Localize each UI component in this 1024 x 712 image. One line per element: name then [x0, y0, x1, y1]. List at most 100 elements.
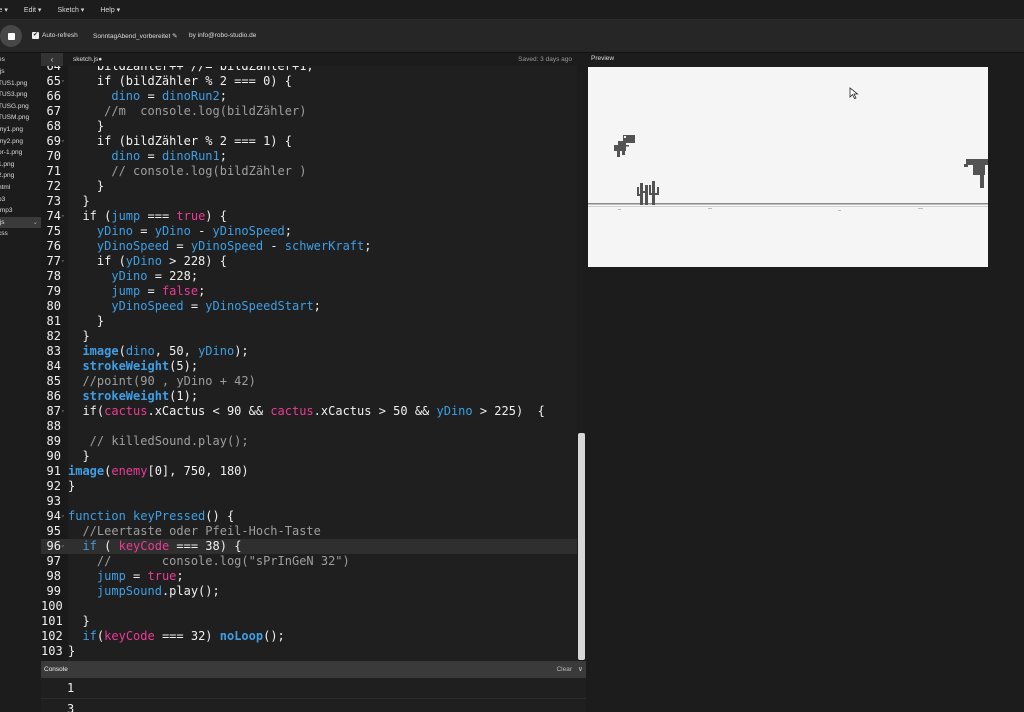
code-line[interactable]: 90 } — [41, 449, 577, 464]
code-line[interactable]: 64 bildZähler++ //= bildZähler+1; — [41, 66, 577, 74]
chevron-down-icon[interactable]: ∨ — [578, 661, 583, 678]
file-name: .js — [0, 68, 5, 75]
code-token: ); — [234, 344, 249, 358]
code-line[interactable]: 101 } — [41, 614, 577, 629]
auto-refresh-checkbox[interactable]: ✔ — [32, 32, 39, 39]
code-token: strokeWeight — [82, 389, 170, 403]
code-line[interactable]: 74 ▿ if (jump === true) { — [41, 209, 577, 224]
code-text: //Leertaste oder Pfeil-Hoch-Taste — [68, 524, 320, 539]
fold-toggle-icon[interactable]: ▿ — [61, 209, 67, 224]
line-number: 91 — [46, 464, 61, 478]
sidebar-file-item[interactable]: 1.png — [0, 159, 41, 171]
fold-toggle-icon[interactable]: ▿ — [61, 539, 67, 554]
sidebar-file-item[interactable]: TUSM.png — [0, 112, 41, 124]
code-line[interactable]: 89 // killedSound.play(); — [41, 434, 577, 449]
code-text: //m console.log(bildZähler) — [68, 104, 306, 119]
code-token: ; — [176, 569, 184, 583]
fold-toggle-icon[interactable]: ▿ — [61, 509, 67, 524]
code-line[interactable]: 84 strokeWeight(5); — [41, 359, 577, 374]
console-clear-button[interactable]: Clear — [556, 661, 572, 678]
collapse-sidebar-button[interactable]: ‹ — [41, 53, 63, 66]
code-line[interactable]: 75 yDino = yDino - yDinoSpeed; — [41, 224, 577, 239]
sidebar-file-item[interactable]: css — [0, 228, 41, 240]
code-token: dino — [111, 149, 141, 163]
console-title: Console — [44, 666, 68, 673]
code-line[interactable]: 81 } — [41, 314, 577, 329]
code-line[interactable]: 65 ▿ if (bildZähler % 2 === 0) { — [41, 74, 577, 89]
code-line[interactable]: 79 jump = false; — [41, 284, 577, 299]
code-line[interactable]: 83 image(dino, 50, yDino); — [41, 344, 577, 359]
code-editor[interactable]: 64 bildZähler++ //= bildZähler+1; 65 ▿ if … — [41, 66, 577, 661]
code-line[interactable]: 73 } — [41, 194, 577, 209]
code-line[interactable]: 92} — [41, 479, 577, 494]
code-line[interactable]: 72 } — [41, 179, 577, 194]
line-number: 69 — [46, 134, 61, 148]
code-line[interactable]: 88 — [41, 419, 577, 434]
code-token: } — [68, 119, 105, 133]
code-line[interactable]: 95 //Leertaste oder Pfeil-Hoch-Taste — [41, 524, 577, 539]
code-line[interactable]: 70 dino = dinoRun1; — [41, 149, 577, 164]
menu-help[interactable]: Help ▾ — [92, 6, 128, 14]
fold-toggle-icon[interactable]: ▿ — [61, 404, 67, 419]
code-token: === — [140, 209, 177, 223]
code-token: } — [68, 479, 76, 493]
auto-refresh-toggle[interactable]: ✔ Auto-refresh — [32, 32, 78, 39]
code-line[interactable]: 66 dino = dinoRun2; — [41, 89, 577, 104]
code-line[interactable]: 91 image(enemy[0], 750, 180) — [41, 464, 577, 479]
code-line[interactable]: 96 ▿ if ( keyCode === 38) { — [41, 539, 577, 554]
sidebar-file-item[interactable]: TUS3.png — [0, 89, 41, 101]
sidebar-file-item[interactable]: my2.png — [0, 136, 41, 148]
sidebar-file-item[interactable]: or-1.png — [0, 147, 41, 159]
code-line[interactable]: 68 } — [41, 119, 577, 134]
code-line[interactable]: 102 if(keyCode === 32) noLoop(); — [41, 629, 577, 644]
code-line[interactable]: 71 // console.log(bildZähler ) — [41, 164, 577, 179]
file-tab[interactable]: sketch.js● — [69, 53, 107, 66]
code-line[interactable]: 98 jump = true; — [41, 569, 577, 584]
code-line[interactable]: 99 jumpSound.play(); — [41, 584, 577, 599]
menu-file[interactable]: le ▾ — [0, 6, 16, 14]
code-line[interactable]: 77 ▿ if (yDino > 228) { — [41, 254, 577, 269]
chevron-down-icon[interactable]: ⌄ — [33, 217, 38, 229]
code-line[interactable]: 94 ▿ function keyPressed() { — [41, 509, 577, 524]
code-line[interactable]: 69 ▿ if (bildZähler % 2 === 1) { — [41, 134, 577, 149]
code-token: = — [140, 284, 162, 298]
code-line[interactable]: 100 — [41, 599, 577, 614]
editor-scrollbar[interactable] — [577, 66, 586, 661]
code-line[interactable]: 85 //point(90 , yDino + 42) — [41, 374, 577, 389]
sidebar-file-item[interactable]: .js ⌄ — [0, 216, 41, 229]
fold-toggle-icon[interactable]: ▿ — [61, 74, 67, 89]
code-line[interactable]: 82 } — [41, 329, 577, 344]
sketch-name[interactable]: SonntagAbend_vorbereitet ✎ — [93, 32, 178, 40]
code-line[interactable]: 86 strokeWeight(1); — [41, 389, 577, 404]
sidebar-file-item[interactable]: .mp3 — [0, 205, 41, 217]
code-line[interactable]: 97 // console.log("sPrInGeN 32") — [41, 554, 577, 569]
sidebar-file-item[interactable]: html — [0, 182, 41, 194]
preview-canvas[interactable] — [588, 67, 988, 267]
scrollbar-thumb[interactable] — [578, 433, 585, 660]
code-token: if ( — [68, 254, 126, 268]
sidebar-file-item[interactable]: 2.png — [0, 170, 41, 182]
code-text: dino = dinoRun2; — [68, 89, 227, 104]
fold-toggle-icon[interactable]: ▿ — [61, 254, 67, 269]
code-line[interactable]: 78 yDino = 228; — [41, 269, 577, 284]
line-number: 75 — [46, 224, 61, 238]
code-line[interactable]: 93 — [41, 494, 577, 509]
menu-edit[interactable]: Edit ▾ — [16, 6, 50, 14]
code-line[interactable]: 76 yDinoSpeed = yDinoSpeed - schwerKraft… — [41, 239, 577, 254]
sidebar-file-item[interactable]: .js — [0, 66, 41, 78]
sidebar-file-item[interactable]: TUSG.png — [0, 101, 41, 113]
code-text: yDino = yDino - yDinoSpeed; — [68, 224, 292, 239]
code-line[interactable]: 87 ▿ if(cactus.xCactus < 90 && cactus.xCa… — [41, 404, 577, 419]
code-line[interactable]: 67 //m console.log(bildZähler) — [41, 104, 577, 119]
fold-toggle-icon[interactable]: ▿ — [61, 134, 67, 149]
code-token: } — [68, 179, 105, 193]
line-number: 103 — [41, 644, 63, 658]
sidebar-file-item[interactable]: p3 — [0, 194, 41, 206]
stop-button[interactable] — [0, 25, 22, 47]
code-line[interactable]: 80 yDinoSpeed = yDinoSpeedStart; — [41, 299, 577, 314]
sidebar-file-item[interactable]: TUS1.png — [0, 78, 41, 90]
sidebar-file-item[interactable]: my1.png — [0, 124, 41, 136]
menu-sketch[interactable]: Sketch ▾ — [49, 6, 92, 14]
code-line[interactable]: 103} — [41, 644, 577, 659]
